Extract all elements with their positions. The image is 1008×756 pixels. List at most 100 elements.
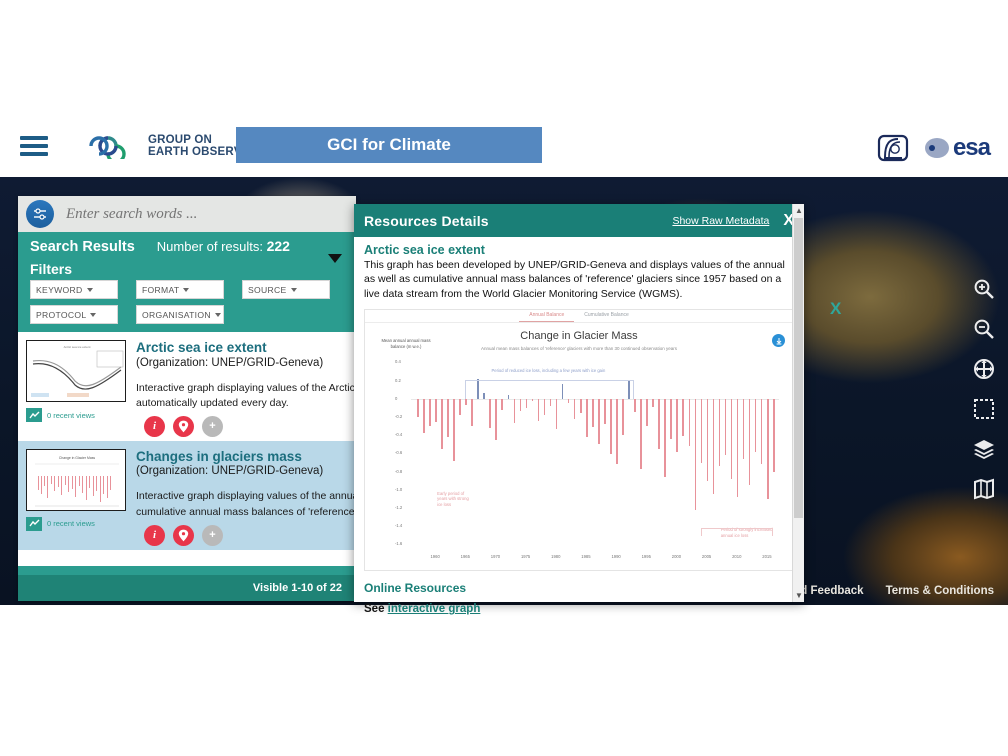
pin-icon[interactable] bbox=[173, 415, 194, 437]
filter-organisation-label: ORGANISATION bbox=[142, 309, 211, 320]
legend-icon[interactable] bbox=[972, 477, 996, 501]
results-count: Number of results: 222 bbox=[157, 238, 290, 254]
result-thumbnail-arctic[interactable]: Arctic sea ice extent bbox=[26, 340, 126, 402]
search-input[interactable] bbox=[54, 204, 356, 224]
info-icon[interactable]: i bbox=[144, 415, 165, 437]
add-icon[interactable]: + bbox=[202, 524, 223, 546]
chart-bar bbox=[634, 398, 636, 412]
scrollbar-thumb[interactable] bbox=[794, 218, 803, 518]
hamburger-menu-icon[interactable] bbox=[20, 132, 48, 160]
chevron-down-icon bbox=[290, 287, 297, 292]
result-description-line1: Interactive graph displaying values of t… bbox=[136, 381, 356, 394]
filter-protocol-label: PROTOCOL bbox=[36, 309, 87, 320]
chart-bar bbox=[766, 398, 769, 499]
result-thumbnail-wrap: Arctic sea ice extent 0 recent views bbox=[26, 340, 126, 437]
list-item[interactable]: Arctic sea ice extent 0 recent views Arc… bbox=[18, 332, 356, 441]
modal-title: Resources Details bbox=[364, 212, 489, 229]
views-icon bbox=[26, 408, 42, 422]
zoom-in-icon[interactable] bbox=[972, 277, 996, 301]
select-area-icon[interactable] bbox=[972, 397, 996, 421]
chart-tabs: Annual Balance Cumulative Balance bbox=[365, 310, 793, 324]
terms-conditions-link[interactable]: Terms & Conditions bbox=[886, 585, 994, 597]
views-count: 0 recent views bbox=[47, 519, 95, 529]
chart-bar bbox=[652, 398, 654, 408]
online-resources: Online Resources See interactive graph bbox=[364, 581, 794, 615]
add-icon[interactable]: + bbox=[202, 415, 223, 437]
info-icon[interactable]: i bbox=[144, 524, 165, 546]
tab-cumulative-balance[interactable]: Cumulative Balance bbox=[574, 310, 638, 322]
chart-xtick: 1960 bbox=[430, 554, 440, 560]
chart-bar bbox=[573, 398, 576, 419]
search-results-label: Search Results bbox=[30, 239, 135, 255]
resource-details-modal: Resources Details Show Raw Metadata X Ar… bbox=[354, 204, 804, 615]
chart-bar bbox=[706, 398, 709, 481]
geo-logo-icon bbox=[86, 133, 142, 164]
chart-annotation-bracket bbox=[700, 528, 773, 537]
chart-ytick: 0 bbox=[395, 395, 398, 401]
layers-icon[interactable] bbox=[972, 437, 996, 461]
chart-bar bbox=[447, 398, 449, 438]
filter-organisation[interactable]: ORGANISATION bbox=[136, 305, 224, 324]
chart-bar bbox=[513, 398, 516, 423]
chart-bar bbox=[682, 398, 685, 437]
glacier-mass-chart: Annual Balance Cumulative Balance Change… bbox=[364, 309, 794, 572]
modal-scrollbar[interactable]: ▲ ▼ bbox=[792, 204, 804, 602]
tab-annual-balance[interactable]: Annual Balance bbox=[519, 310, 575, 323]
chart-xtick: 2010 bbox=[732, 554, 742, 560]
list-item[interactable]: Change in Glacier Mass 0 recent views Ch… bbox=[18, 440, 356, 550]
chart-bar bbox=[676, 398, 679, 452]
application-root: GROUP ON EARTH OBSERVATIONS esa GCI for … bbox=[0, 115, 1008, 615]
result-body: Changes in glaciers mass (Organization: … bbox=[136, 449, 356, 546]
map-marker[interactable]: X bbox=[830, 299, 841, 319]
chart-bar bbox=[700, 398, 703, 463]
result-title[interactable]: Arctic sea ice extent bbox=[136, 340, 348, 356]
result-title[interactable]: Changes in glaciers mass bbox=[136, 449, 348, 465]
result-thumbnail-glacier[interactable]: Change in Glacier Mass bbox=[26, 448, 126, 511]
show-raw-metadata-link[interactable]: Show Raw Metadata bbox=[672, 215, 769, 227]
results-count-value: 222 bbox=[266, 238, 290, 254]
chart-bar bbox=[417, 398, 419, 418]
resource-title: Arctic sea ice extent bbox=[364, 243, 485, 257]
zoom-out-icon[interactable] bbox=[972, 317, 996, 341]
chart-bar bbox=[604, 398, 606, 425]
chart-bar bbox=[531, 398, 534, 401]
pan-icon[interactable] bbox=[972, 357, 996, 381]
chevron-down-icon bbox=[214, 312, 221, 317]
chart-bar bbox=[429, 398, 431, 427]
chart-ytick: -1.6 bbox=[395, 541, 403, 547]
chart-xtick: 1970 bbox=[490, 554, 501, 560]
scroll-up-icon[interactable]: ▲ bbox=[795, 206, 803, 215]
pin-icon[interactable] bbox=[173, 524, 194, 546]
chart-bar bbox=[435, 398, 437, 422]
filter-format[interactable]: FORMAT bbox=[136, 280, 224, 299]
views-badge: 0 recent views bbox=[26, 516, 126, 531]
chart-bar bbox=[616, 398, 618, 465]
chart-xtick: 1980 bbox=[551, 554, 561, 560]
chart-xtick: 2005 bbox=[701, 554, 712, 560]
interactive-graph-link[interactable]: interactive graph bbox=[388, 603, 481, 615]
svg-text:Change in Glacier Mass: Change in Glacier Mass bbox=[59, 456, 95, 460]
chart-bar bbox=[519, 398, 522, 411]
unep-grid-geneva-logo bbox=[877, 134, 909, 162]
page-title: GCI for Climate bbox=[327, 135, 451, 154]
search-filter-icon[interactable] bbox=[26, 200, 54, 228]
filter-keyword[interactable]: KEYWORD bbox=[30, 280, 118, 299]
chart-annotation: Period of reduced ice loss, including a … bbox=[491, 368, 606, 374]
result-description-line2: cumulative annual mass balances of 'refe… bbox=[136, 505, 356, 518]
views-badge: 0 recent views bbox=[26, 408, 126, 422]
chart-bar bbox=[742, 398, 745, 459]
filter-source-label: SOURCE bbox=[248, 284, 287, 295]
chart-bar bbox=[585, 398, 588, 438]
results-list[interactable]: Arctic sea ice extent 0 recent views Arc… bbox=[18, 332, 356, 566]
chart-xtick: 1975 bbox=[520, 554, 531, 560]
filter-protocol[interactable]: PROTOCOL bbox=[30, 305, 118, 324]
result-organization: (Organization: UNEP/GRID-Geneva) bbox=[136, 356, 324, 369]
scroll-down-icon[interactable]: ▼ bbox=[795, 591, 803, 600]
chart-bar bbox=[610, 398, 612, 455]
chart-xtick: 1995 bbox=[641, 554, 651, 560]
filter-source[interactable]: SOURCE bbox=[242, 280, 330, 299]
chart-bar bbox=[730, 398, 733, 479]
panel-collapse-caret-icon[interactable] bbox=[328, 254, 342, 263]
chart-bar bbox=[712, 398, 715, 495]
chart-bar bbox=[567, 398, 570, 404]
